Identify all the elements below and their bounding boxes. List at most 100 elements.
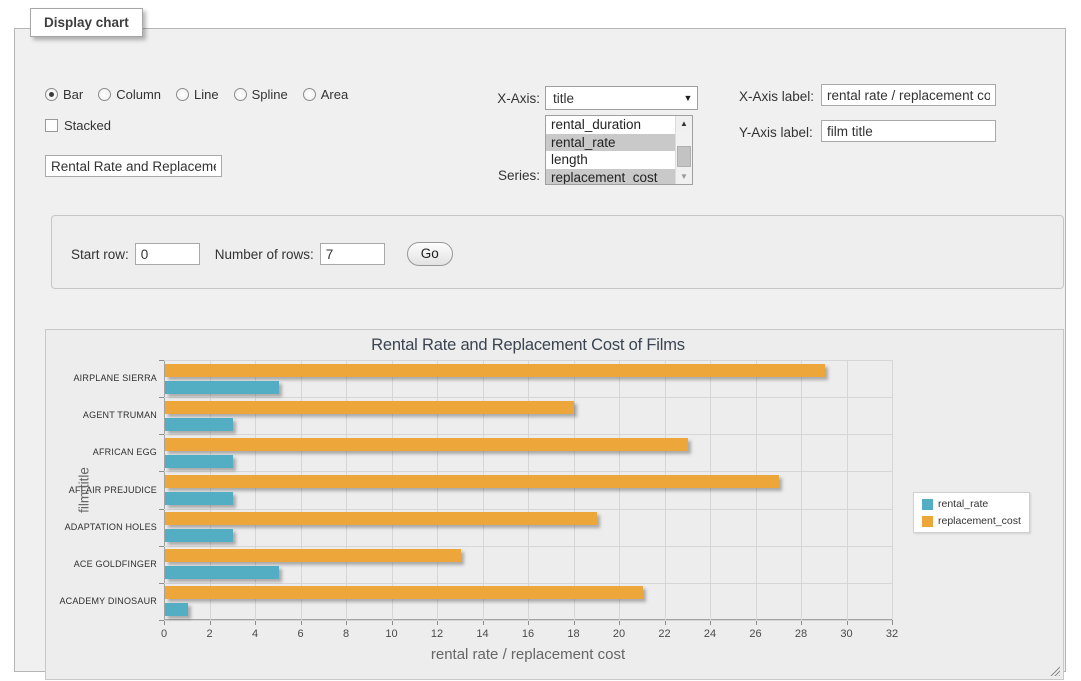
gridline-x-18 [574, 360, 575, 620]
x-tick-label-16: 16 [513, 628, 543, 640]
page: Display chart Bar Column Line Spline Area St… [0, 0, 1081, 681]
x-tick-label-12: 12 [422, 628, 452, 640]
category-label-agent-truman: AGENT TRUMAN [54, 410, 157, 420]
chart-title-input[interactable] [45, 155, 222, 177]
resize-handle-icon[interactable] [1050, 666, 1060, 676]
gridline-x-26 [756, 360, 757, 620]
chart-type-option-line[interactable]: Line [176, 87, 219, 102]
gridline-x-4 [255, 360, 256, 620]
y-tick-4 [159, 509, 164, 510]
bar-replacement_cost-airplane-sierra [165, 364, 825, 377]
chart-type-option-spline[interactable]: Spline [234, 87, 288, 102]
legend-label-replacement_cost[interactable]: replacement_cost [938, 515, 1021, 527]
series-list-label: Series: [463, 168, 540, 183]
gridline-x-32 [892, 360, 893, 620]
chart-type-label-column[interactable]: Column [116, 87, 161, 102]
y-tick-3 [159, 471, 164, 472]
y-tick-7 [159, 620, 164, 621]
stacked-checkbox[interactable] [45, 119, 58, 132]
category-label-academy-dinosaur: ACADEMY DINOSAUR [54, 596, 157, 606]
chart-type-label-bar[interactable]: Bar [63, 87, 83, 102]
bar-rental_rate-adaptation-holes [165, 529, 233, 542]
legend-item-rental_rate[interactable]: rental_rate [922, 498, 1021, 510]
x-tick-label-10: 10 [377, 628, 407, 640]
gridline-y-1 [164, 397, 892, 398]
category-label-affair-prejudice: AFFAIR PREJUDICE [54, 485, 157, 495]
bar-replacement_cost-african-egg [165, 438, 688, 451]
x-axis-select[interactable]: title ▼ [545, 86, 698, 110]
plot-area [164, 360, 892, 620]
bar-rental_rate-airplane-sierra [165, 381, 279, 394]
number-of-rows-label: Number of rows: [215, 247, 314, 262]
gridline-y-2 [164, 434, 892, 435]
gridline-x-12 [437, 360, 438, 620]
x-axis-label-input[interactable] [821, 84, 996, 106]
bar-replacement_cost-academy-dinosaur [165, 586, 643, 599]
series-option-length[interactable]: length [546, 151, 692, 169]
gridline-y-4 [164, 509, 892, 510]
x-tick-label-30: 30 [832, 628, 862, 640]
legend-label-rental_rate[interactable]: rental_rate [938, 498, 988, 510]
y-axis-label-input[interactable] [821, 120, 996, 142]
x-tick-label-0: 0 [149, 628, 179, 640]
x-axis-label-field-label: X-Axis label: [739, 89, 814, 104]
start-row-input[interactable] [135, 243, 200, 265]
x-tick-label-32: 32 [877, 628, 907, 640]
x-tick-32 [892, 620, 893, 625]
chart-legend: rental_rate replacement_cost [913, 492, 1030, 533]
chart-type-label-spline[interactable]: Spline [252, 87, 288, 102]
gridline-y-7 [164, 620, 892, 621]
gridline-x-20 [619, 360, 620, 620]
start-row-label: Start row: [71, 247, 129, 262]
chart-type-option-bar[interactable]: Bar [45, 87, 83, 102]
gridline-x-28 [801, 360, 802, 620]
panel-title: Display chart [30, 8, 143, 37]
radio-icon-spline[interactable] [234, 88, 247, 101]
x-tick-label-4: 4 [240, 628, 270, 640]
x-axis-select-label: X-Axis: [463, 91, 540, 106]
x-tick-label-24: 24 [695, 628, 725, 640]
number-of-rows-input[interactable] [320, 243, 385, 265]
chevron-down-icon[interactable]: ▼ [679, 93, 697, 103]
radio-icon-area[interactable] [303, 88, 316, 101]
x-tick-label-20: 20 [604, 628, 634, 640]
listbox-scrollbar[interactable]: ▲ ▼ [675, 116, 692, 184]
gridline-x-24 [710, 360, 711, 620]
gridline-y-6 [164, 583, 892, 584]
category-label-adaptation-holes: ADAPTATION HOLES [54, 522, 157, 532]
y-tick-5 [159, 546, 164, 547]
gridline-x-16 [528, 360, 529, 620]
x-tick-label-8: 8 [331, 628, 361, 640]
series-option-rental_rate[interactable]: rental_rate [546, 134, 692, 152]
scroll-down-icon[interactable]: ▼ [676, 169, 692, 184]
bar-replacement_cost-affair-prejudice [165, 475, 779, 488]
scrollbar-thumb[interactable] [677, 146, 691, 167]
gridline-x-30 [847, 360, 848, 620]
bar-rental_rate-african-egg [165, 455, 233, 468]
series-listbox[interactable]: rental_durationrental_ratelengthreplacem… [545, 115, 693, 185]
category-label-ace-goldfinger: ACE GOLDFINGER [54, 559, 157, 569]
chart-type-option-area[interactable]: Area [303, 87, 348, 102]
legend-swatch-rental_rate [922, 499, 933, 510]
bar-rental_rate-affair-prejudice [165, 492, 233, 505]
radio-icon-bar[interactable] [45, 88, 58, 101]
chart-type-options: Bar Column Line Spline Area [45, 87, 357, 102]
stacked-label[interactable]: Stacked [64, 118, 111, 133]
bar-replacement_cost-adaptation-holes [165, 512, 597, 525]
chart-type-label-line[interactable]: Line [194, 87, 219, 102]
series-option-replacement_cost[interactable]: replacement_cost [546, 169, 692, 186]
scroll-up-icon[interactable]: ▲ [676, 116, 692, 131]
bar-replacement_cost-agent-truman [165, 401, 574, 414]
go-button[interactable]: Go [407, 242, 453, 266]
radio-icon-line[interactable] [176, 88, 189, 101]
chart-type-option-column[interactable]: Column [98, 87, 161, 102]
stacked-option[interactable]: Stacked [45, 118, 111, 133]
legend-item-replacement_cost[interactable]: replacement_cost [922, 515, 1021, 527]
y-tick-0 [159, 360, 164, 361]
radio-icon-column[interactable] [98, 88, 111, 101]
series-option-rental_duration[interactable]: rental_duration [546, 116, 692, 134]
gridline-x-22 [665, 360, 666, 620]
chart-type-label-area[interactable]: Area [321, 87, 348, 102]
category-label-airplane-sierra: AIRPLANE SIERRA [54, 373, 157, 383]
series-options: rental_durationrental_ratelengthreplacem… [546, 116, 692, 185]
